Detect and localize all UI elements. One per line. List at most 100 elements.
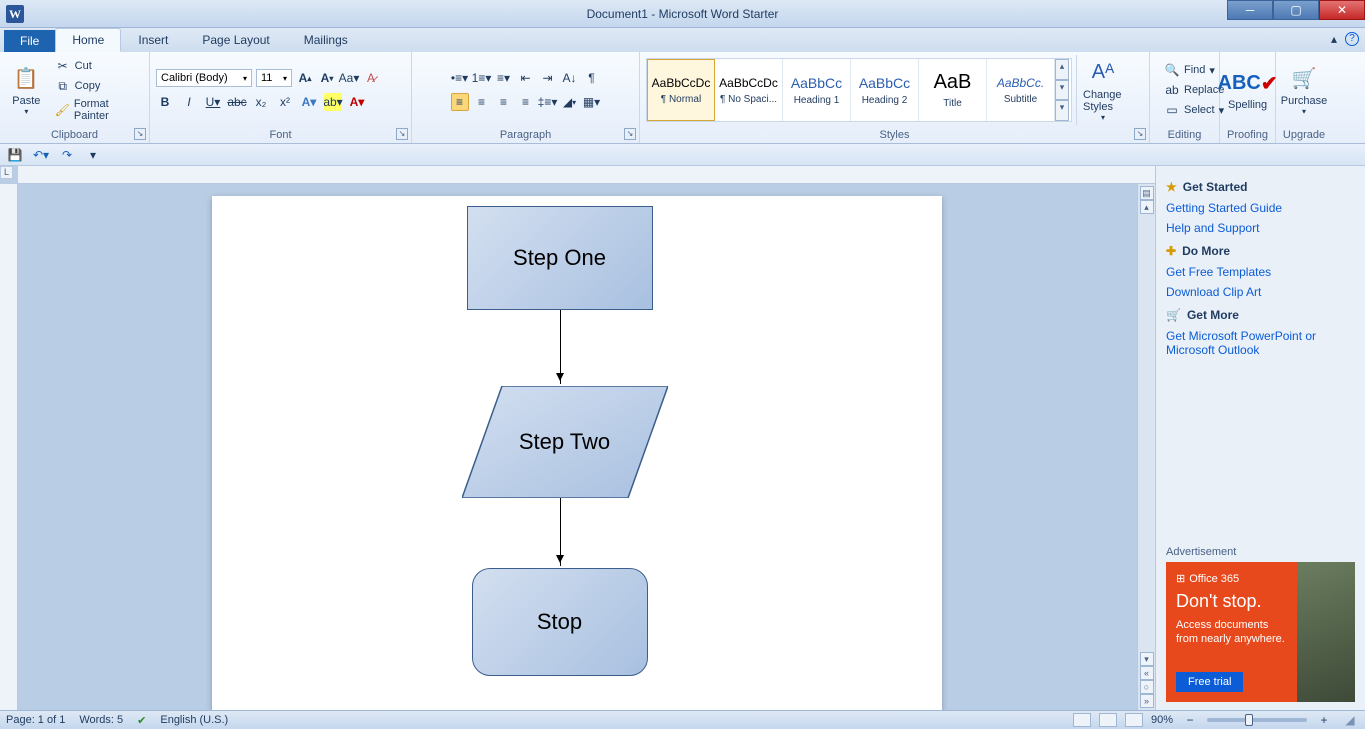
font-dialog-launcher[interactable]: ↘ bbox=[396, 128, 408, 140]
word-count[interactable]: Words: 5 bbox=[79, 714, 123, 726]
connector-arrow-2[interactable] bbox=[560, 498, 561, 566]
tab-file[interactable]: File bbox=[4, 30, 55, 52]
style-normal[interactable]: AaBbCcDc¶ Normal bbox=[647, 59, 715, 121]
sort-button[interactable]: A↓ bbox=[561, 69, 579, 87]
text-effects-button[interactable]: A▾ bbox=[300, 93, 318, 111]
underline-button[interactable]: U▾ bbox=[204, 93, 222, 111]
get-office-link[interactable]: Get Microsoft PowerPoint or Microsoft Ou… bbox=[1166, 329, 1355, 357]
ruler-corner[interactable]: L bbox=[0, 166, 13, 179]
advertisement[interactable]: ⊞Office 365 Don't stop. Access documents… bbox=[1166, 562, 1355, 702]
style-heading-2[interactable]: AaBbCcHeading 2 bbox=[851, 59, 919, 121]
flowchart-process-shape[interactable]: Step One bbox=[467, 206, 653, 310]
tab-mailings[interactable]: Mailings bbox=[287, 28, 365, 52]
help-support-link[interactable]: Help and Support bbox=[1166, 221, 1355, 235]
scroll-down-button[interactable]: ▾ bbox=[1140, 652, 1154, 666]
font-size-combo[interactable]: 11▾ bbox=[256, 69, 292, 87]
font-name-combo[interactable]: Calibri (Body)▾ bbox=[156, 69, 252, 87]
flowchart-terminator-shape[interactable]: Stop bbox=[472, 568, 648, 676]
styles-more-button[interactable]: ▾ bbox=[1055, 100, 1069, 121]
strikethrough-button[interactable]: abc bbox=[228, 93, 246, 111]
help-button[interactable]: ? bbox=[1345, 32, 1359, 46]
free-trial-button[interactable]: Free trial bbox=[1176, 672, 1243, 692]
italic-button[interactable]: I bbox=[180, 93, 198, 111]
print-layout-view-button[interactable] bbox=[1073, 713, 1091, 727]
full-screen-view-button[interactable] bbox=[1099, 713, 1117, 727]
multilevel-list-button[interactable]: ≡▾ bbox=[495, 69, 513, 87]
save-button[interactable]: 💾 bbox=[6, 146, 24, 164]
line-spacing-button[interactable]: ‡≡▾ bbox=[539, 93, 557, 111]
style-no-spacing[interactable]: AaBbCcDc¶ No Spaci... bbox=[715, 59, 783, 121]
clipart-link[interactable]: Download Clip Art bbox=[1166, 285, 1355, 299]
borders-button[interactable]: ▦▾ bbox=[583, 93, 601, 111]
zoom-level[interactable]: 90% bbox=[1151, 714, 1173, 726]
minimize-button[interactable]: ─ bbox=[1227, 0, 1273, 20]
browse-object-button[interactable]: ○ bbox=[1140, 680, 1154, 694]
bullets-button[interactable]: •≡▾ bbox=[451, 69, 469, 87]
change-styles-button[interactable]: Aᴬ Change Styles▾ bbox=[1081, 55, 1125, 126]
flowchart-data-shape[interactable]: Step Two bbox=[462, 386, 668, 498]
tab-home[interactable]: Home bbox=[55, 28, 121, 52]
decrease-indent-button[interactable]: ⇤ bbox=[517, 69, 535, 87]
copy-button[interactable]: ⧉Copy bbox=[51, 77, 143, 95]
align-right-button[interactable]: ≡ bbox=[495, 93, 513, 111]
templates-link[interactable]: Get Free Templates bbox=[1166, 265, 1355, 279]
shrink-font-button[interactable]: A▾ bbox=[318, 69, 336, 87]
align-center-button[interactable]: ≡ bbox=[473, 93, 491, 111]
styles-down-button[interactable]: ▾ bbox=[1055, 80, 1069, 101]
styles-gallery[interactable]: AaBbCcDc¶ Normal AaBbCcDc¶ No Spaci... A… bbox=[646, 58, 1072, 122]
web-layout-view-button[interactable] bbox=[1125, 713, 1143, 727]
subscript-button[interactable]: x₂ bbox=[252, 93, 270, 111]
language-indicator[interactable]: English (U.S.) bbox=[160, 714, 228, 726]
resize-grip[interactable]: ◢ bbox=[1341, 711, 1359, 729]
style-subtitle[interactable]: AaBbCc.Subtitle bbox=[987, 59, 1055, 121]
horizontal-ruler[interactable] bbox=[18, 166, 1155, 184]
ruler-toggle-button[interactable]: ▤ bbox=[1140, 186, 1154, 200]
superscript-button[interactable]: x² bbox=[276, 93, 294, 111]
paste-button[interactable]: 📋 Paste▾ bbox=[6, 61, 47, 120]
styles-up-button[interactable]: ▴ bbox=[1055, 59, 1069, 80]
next-page-button[interactable]: » bbox=[1140, 694, 1154, 708]
connector-arrow-1[interactable] bbox=[560, 310, 561, 384]
zoom-out-button[interactable]: − bbox=[1181, 711, 1199, 729]
zoom-in-button[interactable]: + bbox=[1315, 711, 1333, 729]
spelling-button[interactable]: ABC✔ Spelling bbox=[1226, 65, 1269, 115]
justify-button[interactable]: ≡ bbox=[517, 93, 535, 111]
page[interactable]: Step One Step Two Stop bbox=[212, 196, 942, 710]
clear-formatting-button[interactable]: A̷ bbox=[362, 69, 380, 87]
select-button[interactable]: ▭Select ▾ bbox=[1160, 101, 1228, 119]
shading-button[interactable]: ◢▾ bbox=[561, 93, 579, 111]
zoom-slider[interactable] bbox=[1207, 718, 1307, 722]
show-hide-button[interactable]: ¶ bbox=[583, 69, 601, 87]
scroll-up-button[interactable]: ▴ bbox=[1140, 200, 1154, 214]
format-painter-button[interactable]: 🖌Format Painter bbox=[51, 97, 143, 123]
vertical-ruler[interactable] bbox=[0, 184, 18, 710]
undo-button[interactable]: ↶▾ bbox=[32, 146, 50, 164]
tab-insert[interactable]: Insert bbox=[121, 28, 185, 52]
font-color-button[interactable]: A▾ bbox=[348, 93, 366, 111]
tab-page-layout[interactable]: Page Layout bbox=[185, 28, 286, 52]
highlight-button[interactable]: ab▾ bbox=[324, 93, 342, 111]
minimize-ribbon-button[interactable]: ▴ bbox=[1331, 32, 1337, 46]
bold-button[interactable]: B bbox=[156, 93, 174, 111]
qat-customize-button[interactable]: ▾ bbox=[84, 146, 102, 164]
vertical-scrollbar[interactable]: ▤ ▴ ▾ « ○ » bbox=[1137, 184, 1155, 710]
change-case-button[interactable]: Aa▾ bbox=[340, 69, 358, 87]
prev-page-button[interactable]: « bbox=[1140, 666, 1154, 680]
style-title[interactable]: AaBTitle bbox=[919, 59, 987, 121]
page-indicator[interactable]: Page: 1 of 1 bbox=[6, 714, 65, 726]
maximize-button[interactable]: ▢ bbox=[1273, 0, 1319, 20]
purchase-button[interactable]: 🛒 Purchase▾ bbox=[1282, 61, 1326, 120]
numbering-button[interactable]: 1≡▾ bbox=[473, 69, 491, 87]
proofing-status-icon[interactable]: ✔ bbox=[137, 714, 146, 727]
redo-button[interactable]: ↷ bbox=[58, 146, 76, 164]
paragraph-dialog-launcher[interactable]: ↘ bbox=[624, 128, 636, 140]
styles-dialog-launcher[interactable]: ↘ bbox=[1134, 128, 1146, 140]
clipboard-dialog-launcher[interactable]: ↘ bbox=[134, 128, 146, 140]
align-left-button[interactable]: ≡ bbox=[451, 93, 469, 111]
document-area[interactable]: Step One Step Two Stop bbox=[18, 184, 1135, 710]
getting-started-link[interactable]: Getting Started Guide bbox=[1166, 201, 1355, 215]
grow-font-button[interactable]: A▴ bbox=[296, 69, 314, 87]
increase-indent-button[interactable]: ⇥ bbox=[539, 69, 557, 87]
close-button[interactable]: ✕ bbox=[1319, 0, 1365, 20]
style-heading-1[interactable]: AaBbCcHeading 1 bbox=[783, 59, 851, 121]
